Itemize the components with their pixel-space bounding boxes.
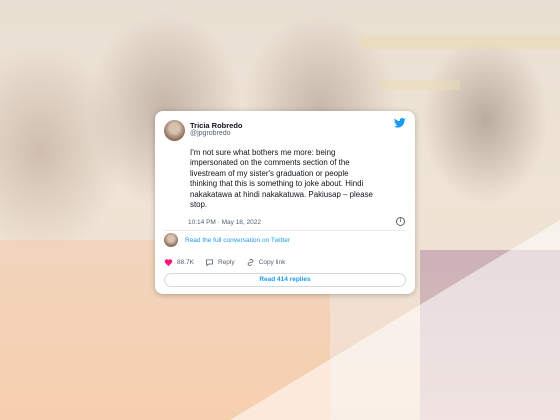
twitter-bird-icon[interactable] <box>394 118 406 128</box>
tweet-timestamp[interactable]: 10:14 PM · May 18, 2022 <box>188 219 261 226</box>
copy-link-button[interactable]: Copy link <box>246 258 286 267</box>
avatar[interactable] <box>164 119 185 141</box>
tweet-header: Tricia Robredo @jpgrobredo <box>164 119 406 141</box>
like-count: 88.7K <box>177 259 194 266</box>
background-shelf <box>380 80 460 90</box>
speech-bubble-icon <box>206 259 213 267</box>
background-shelf <box>360 35 560 49</box>
reply-button[interactable]: Reply <box>205 258 235 267</box>
info-icon[interactable]: i <box>396 217 405 226</box>
link-icon <box>247 259 253 266</box>
full-conversation-link[interactable]: Read the full conversation on Twitter <box>185 237 290 244</box>
copy-link-label: Copy link <box>258 259 286 266</box>
avatar <box>164 233 178 247</box>
full-conversation-row[interactable]: Read the full conversation on Twitter <box>164 233 290 247</box>
author-names: Tricia Robredo @jpgrobredo <box>190 121 243 138</box>
reply-label: Reply <box>218 259 235 266</box>
tweet-actions: 88.7K Reply Copy link <box>164 258 296 267</box>
handle[interactable]: @jpgrobredo <box>190 130 243 138</box>
tweet-text: I'm not sure what bothers me more: being… <box>190 148 373 210</box>
divider <box>164 230 406 231</box>
tweet-card: Tricia Robredo @jpgrobredo I'm not sure … <box>155 111 415 294</box>
like-button[interactable]: 88.7K <box>164 258 194 267</box>
display-name[interactable]: Tricia Robredo <box>190 121 243 130</box>
heart-icon <box>164 259 173 267</box>
read-replies-button[interactable]: Read 414 replies <box>164 273 406 287</box>
